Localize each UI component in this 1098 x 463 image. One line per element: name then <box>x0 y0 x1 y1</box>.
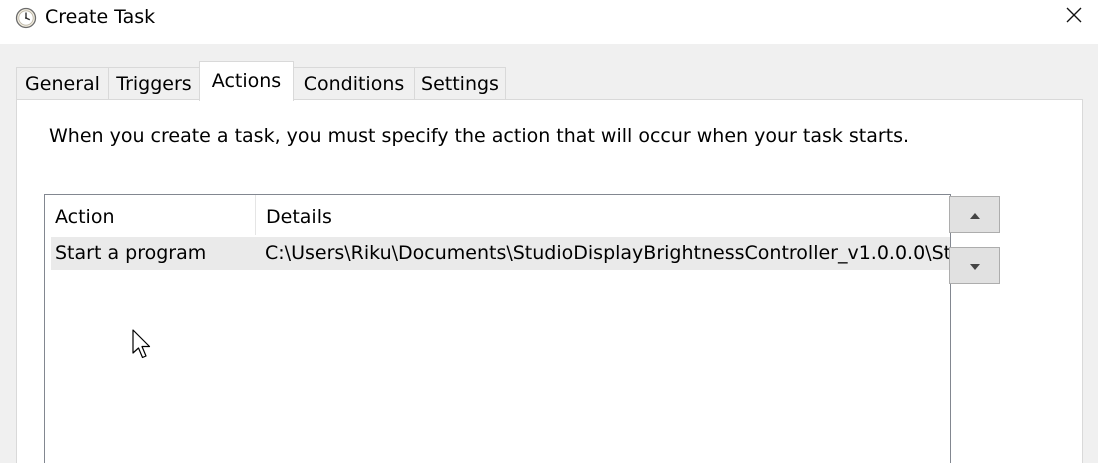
column-header-details[interactable]: Details <box>256 195 950 235</box>
close-button[interactable] <box>1050 0 1098 34</box>
actions-list[interactable]: Action Details Start a program C:\Users\… <box>44 194 951 463</box>
tab-settings[interactable]: Settings <box>414 67 506 100</box>
actions-panel: When you create a task, you must specify… <box>16 99 1083 463</box>
create-task-dialog: Create Task General Triggers Actions Con… <box>0 0 1098 463</box>
triangle-down-icon <box>969 256 981 275</box>
list-header: Action Details <box>45 195 950 235</box>
tab-triggers[interactable]: Triggers <box>108 67 200 100</box>
list-item[interactable]: Start a program C:\Users\Riku\Documents\… <box>51 237 950 270</box>
details-cell: C:\Users\Riku\Documents\StudioDisplayBri… <box>265 242 950 264</box>
window-title: Create Task <box>45 6 156 28</box>
action-cell: Start a program <box>55 242 207 264</box>
tab-actions[interactable]: Actions <box>199 61 294 101</box>
move-down-button[interactable] <box>949 247 1000 284</box>
tab-general[interactable]: General <box>16 67 109 100</box>
move-up-button[interactable] <box>949 196 1000 233</box>
tab-conditions[interactable]: Conditions <box>293 67 415 100</box>
mouse-pointer-icon <box>132 329 152 359</box>
triangle-up-icon <box>969 205 981 224</box>
column-header-action[interactable]: Action <box>45 195 256 235</box>
instruction-text: When you create a task, you must specify… <box>49 125 910 147</box>
title-bar: Create Task <box>0 0 1098 44</box>
close-icon <box>1065 6 1083 28</box>
task-scheduler-clock-icon <box>15 7 37 29</box>
